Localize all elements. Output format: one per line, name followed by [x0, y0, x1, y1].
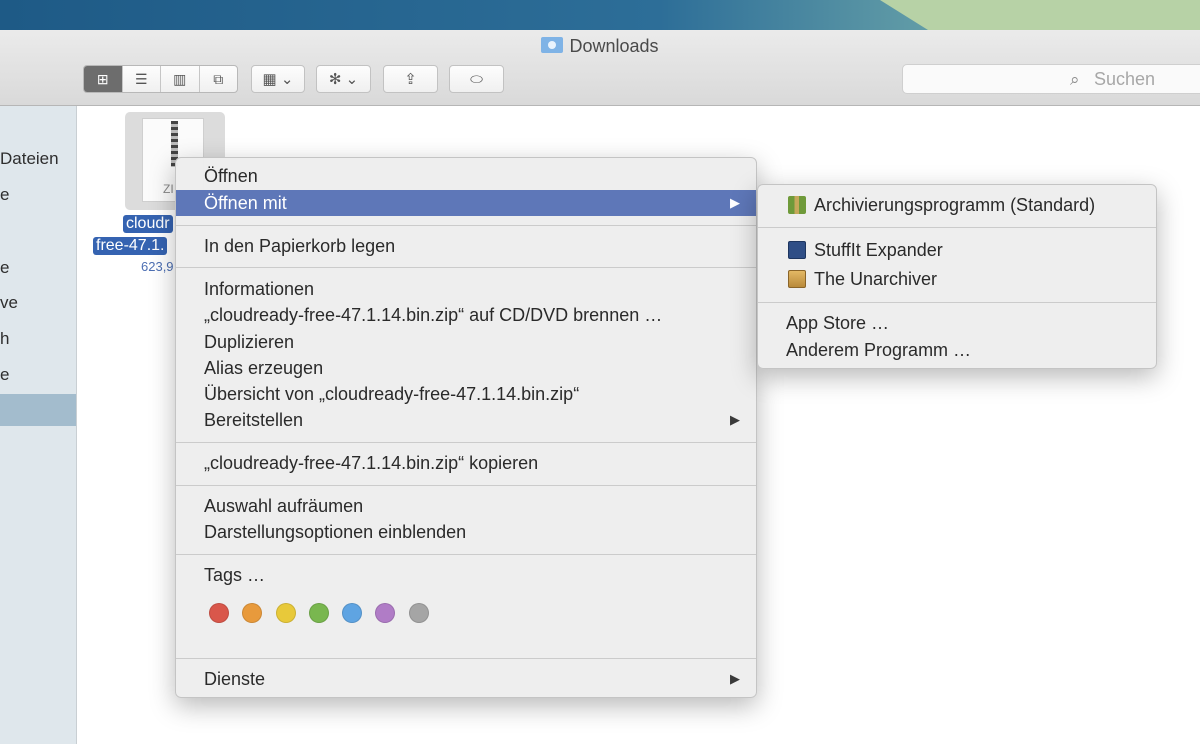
submenu-item-archive-utility[interactable]: Archivierungsprogramm (Standard)	[758, 192, 1156, 218]
menu-item-copy[interactable]: „cloudready-free-47.1.14.bin.zip“ kopier…	[176, 450, 756, 476]
menu-item-share[interactable]: Bereitstellen ▶	[176, 407, 756, 433]
stuffit-icon	[788, 241, 806, 259]
view-mode-group: ⊞ ☰ ▥ ⧉	[83, 65, 238, 93]
menu-item-duplicate-label: Duplizieren	[204, 332, 295, 352]
tag-purple-dot[interactable]	[375, 603, 395, 623]
menu-separator	[176, 442, 756, 443]
downloads-folder-icon	[541, 37, 564, 53]
open-with-submenu: Archivierungsprogramm (Standard) StuffIt…	[757, 184, 1157, 369]
tag-orange-dot[interactable]	[242, 603, 262, 623]
sidebar-item-files[interactable]: Dateien	[0, 149, 59, 169]
sidebar-item[interactable]: e	[0, 365, 9, 385]
icon-view-button[interactable]: ⊞	[84, 66, 123, 92]
menu-item-tags-label: Tags …	[204, 565, 266, 585]
menu-separator	[176, 267, 756, 268]
submenu-item-unarchiver[interactable]: The Unarchiver	[758, 266, 1156, 292]
sidebar-item[interactable]: ve	[0, 293, 18, 313]
sidebar-item[interactable]: e	[0, 258, 9, 278]
menu-item-burn-label: „cloudready-free-47.1.14.bin.zip“ auf CD…	[204, 305, 663, 325]
menu-item-duplicate[interactable]: Duplizieren	[176, 329, 756, 355]
desktop-wedge	[880, 0, 1200, 30]
submenu-arrow-icon: ▶	[730, 671, 740, 686]
archive-utility-icon	[788, 196, 806, 214]
menu-item-burn[interactable]: „cloudready-free-47.1.14.bin.zip“ auf CD…	[176, 302, 756, 328]
submenu-arrow-icon: ▶	[730, 195, 740, 210]
menu-separator	[176, 485, 756, 486]
menu-separator	[176, 225, 756, 226]
menu-separator	[176, 554, 756, 555]
tag-gray-dot[interactable]	[409, 603, 429, 623]
search-icon: ⌕	[1070, 70, 1080, 89]
menu-item-services-label: Dienste	[204, 669, 266, 689]
menu-item-info[interactable]: Informationen	[176, 276, 756, 302]
zip-badge: ZI	[163, 182, 174, 196]
list-view-button[interactable]: ☰	[123, 66, 161, 92]
column-view-button[interactable]: ▥	[161, 66, 200, 92]
menu-item-cleanup[interactable]: Auswahl aufräumen	[176, 493, 756, 519]
menu-item-view-options-label: Darstellungsoptionen einblenden	[204, 522, 467, 542]
menu-separator	[176, 658, 756, 659]
sidebar-item[interactable]: h	[0, 329, 9, 349]
tag-green-dot[interactable]	[309, 603, 329, 623]
menu-item-open[interactable]: Öffnen	[176, 163, 756, 189]
sidebar-item[interactable]: e	[0, 185, 9, 205]
menu-item-share-label: Bereitstellen	[204, 410, 304, 430]
menu-item-trash[interactable]: In den Papierkorb legen	[176, 233, 756, 259]
menu-item-view-options[interactable]: Darstellungsoptionen einblenden	[176, 519, 756, 545]
menu-item-tags[interactable]: Tags …	[176, 562, 756, 588]
menu-item-copy-label: „cloudready-free-47.1.14.bin.zip“ kopier…	[204, 453, 539, 473]
sidebar-selected-row[interactable]	[0, 394, 76, 426]
coverflow-view-button[interactable]: ⧉	[200, 66, 238, 92]
submenu-item-archive-utility-label: Archivierungsprogramm (Standard)	[814, 195, 1096, 215]
unarchiver-icon	[788, 270, 806, 288]
window-title: Downloads	[0, 36, 1200, 57]
menu-item-info-label: Informationen	[204, 279, 315, 299]
menu-item-quicklook[interactable]: Übersicht von „cloudready-free-47.1.14.b…	[176, 381, 756, 407]
menu-item-services[interactable]: Dienste ▶	[176, 666, 756, 692]
submenu-separator	[758, 302, 1156, 303]
menu-item-alias-label: Alias erzeugen	[204, 358, 324, 378]
submenu-item-stuffit-label: StuffIt Expander	[814, 240, 943, 260]
submenu-item-unarchiver-label: The Unarchiver	[814, 269, 938, 289]
context-menu: Öffnen Öffnen mit ▶ In den Papierkorb leg…	[175, 157, 757, 698]
menu-item-open-with-label: Öffnen mit	[204, 193, 287, 213]
sidebar: Dateien e e ve h e	[0, 106, 77, 744]
submenu-item-other[interactable]: Anderem Programm …	[758, 337, 1156, 363]
tag-blue-dot[interactable]	[342, 603, 362, 623]
submenu-item-app-store[interactable]: App Store …	[758, 310, 1156, 336]
menu-item-open-with[interactable]: Öffnen mit ▶	[176, 190, 756, 216]
tag-button[interactable]: ⬭	[449, 65, 504, 93]
menu-item-open-label: Öffnen	[204, 166, 258, 186]
search-input[interactable]	[902, 64, 1200, 94]
tag-yellow-dot[interactable]	[276, 603, 296, 623]
menu-item-alias[interactable]: Alias erzeugen	[176, 355, 756, 381]
desktop-background	[0, 0, 1200, 30]
file-size: 623,9	[141, 259, 174, 274]
window-title-text: Downloads	[569, 36, 659, 56]
menu-item-quicklook-label: Übersicht von „cloudready-free-47.1.14.b…	[204, 384, 580, 404]
tag-red-dot[interactable]	[209, 603, 229, 623]
menu-item-cleanup-label: Auswahl aufräumen	[204, 496, 364, 516]
submenu-separator	[758, 227, 1156, 228]
action-gear-button[interactable]: ✻ ⌄	[316, 65, 371, 93]
share-button[interactable]: ⇪	[383, 65, 438, 93]
file-name-line2[interactable]: free-47.1.	[93, 237, 168, 255]
menu-item-trash-label: In den Papierkorb legen	[204, 236, 396, 256]
submenu-item-stuffit[interactable]: StuffIt Expander	[758, 237, 1156, 263]
file-name-line1[interactable]: cloudr	[123, 215, 173, 233]
arrange-button[interactable]: ▦ ⌄	[251, 65, 305, 93]
submenu-arrow-icon: ▶	[730, 412, 740, 427]
search-placeholder: Suchen	[1094, 69, 1156, 89]
